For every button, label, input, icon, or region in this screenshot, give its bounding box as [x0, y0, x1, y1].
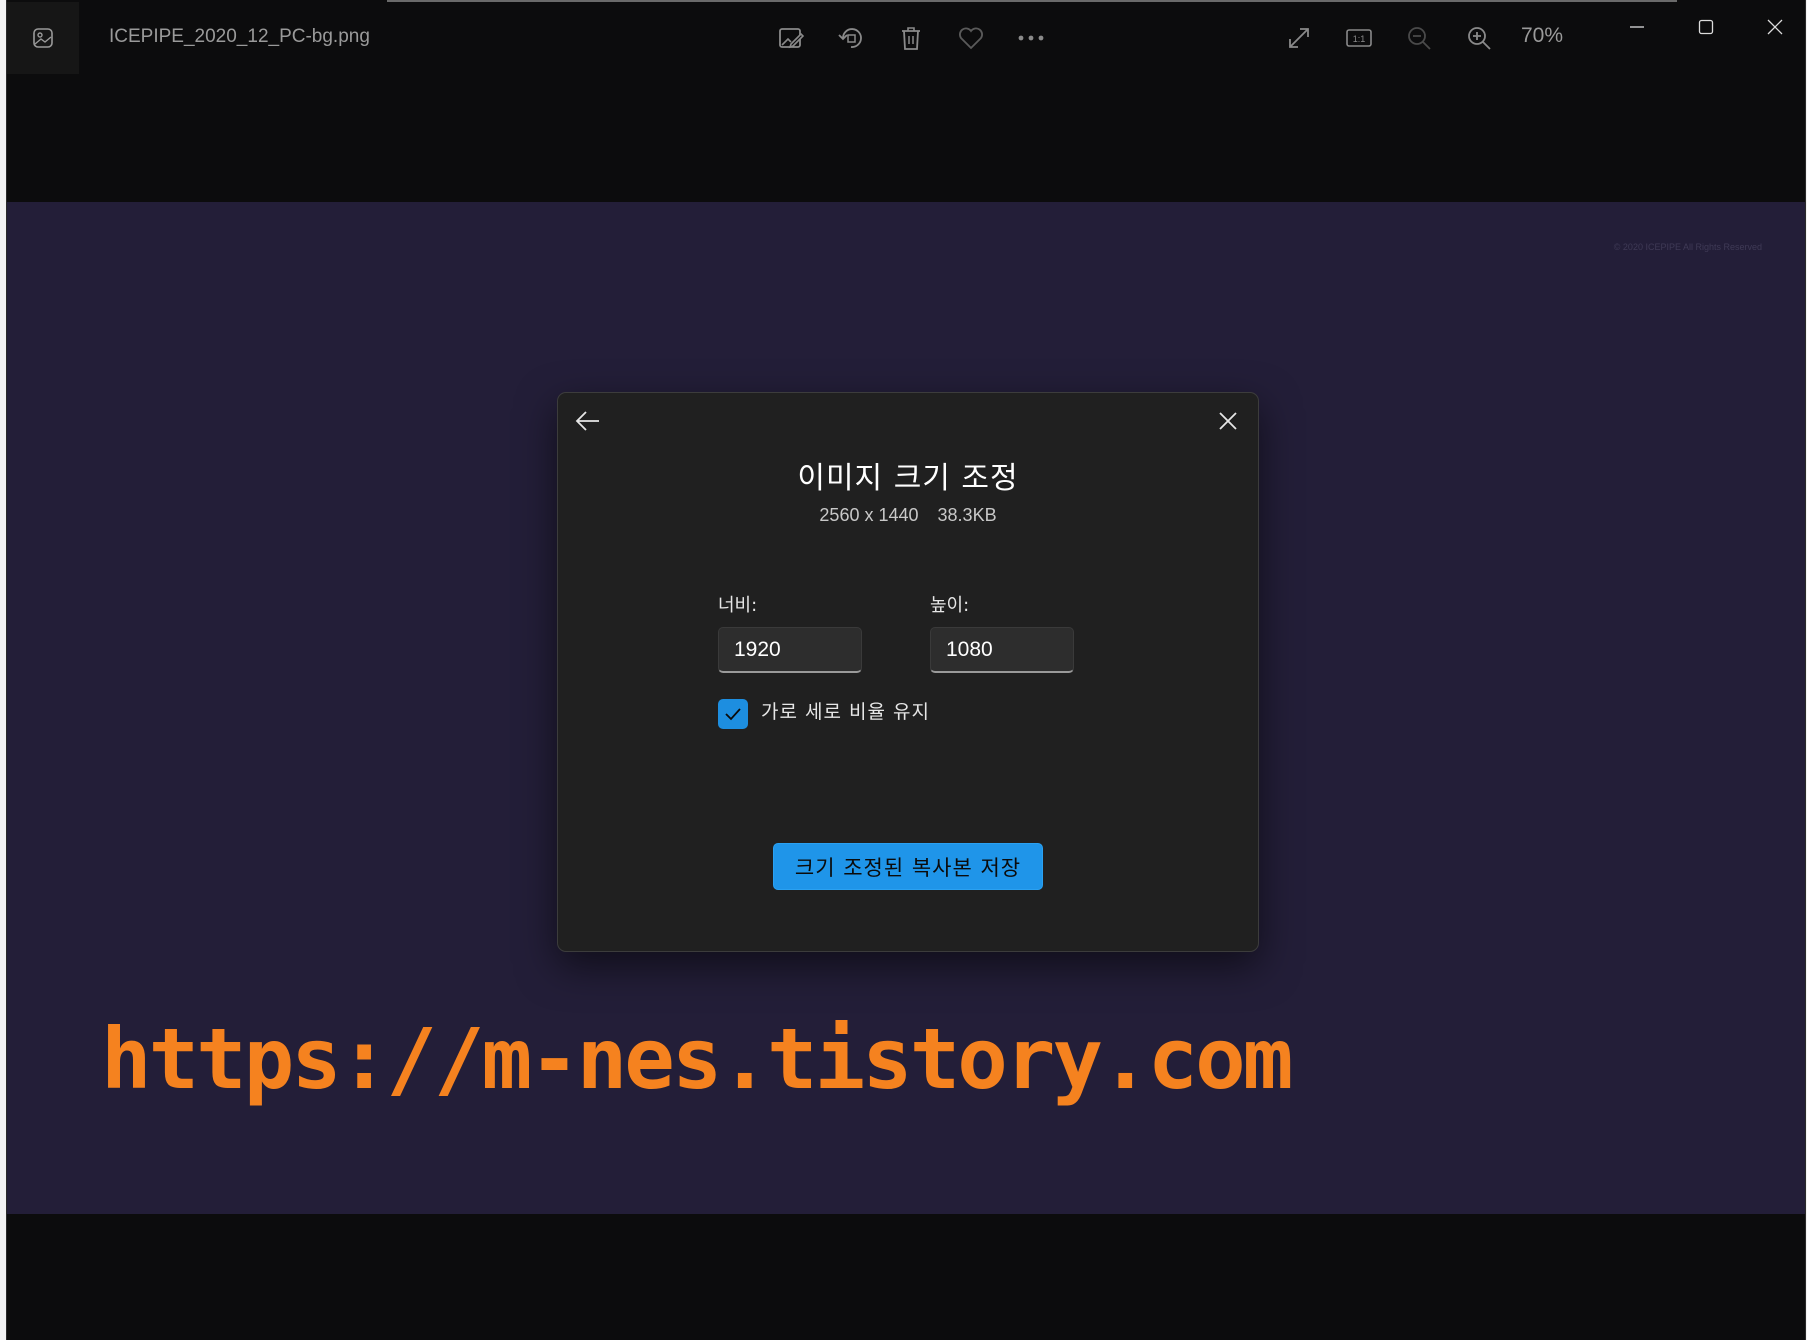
keep-aspect-ratio-label[interactable]: 가로 세로 비율 유지 [761, 697, 930, 724]
checkmark-icon [725, 708, 741, 721]
delete-button[interactable] [893, 20, 929, 56]
more-options-icon [1018, 35, 1044, 41]
rotate-icon [838, 28, 862, 48]
actual-size-icon: 1:1 [1346, 29, 1372, 47]
fullscreen-button[interactable] [1281, 20, 1317, 56]
height-input[interactable]: 1080 [930, 627, 1074, 673]
dialog-close-button[interactable] [1210, 403, 1246, 439]
dialog-title: 이미지 크기 조정 [797, 461, 1019, 496]
actual-size-button[interactable]: 1:1 [1341, 20, 1377, 56]
close-icon [1219, 412, 1237, 430]
photos-app-icon [33, 28, 53, 48]
file-name: ICEPIPE_2020_12_PC-bg.png [109, 26, 370, 47]
fullscreen-icon [1289, 28, 1309, 48]
image-info: 2560 x 1440 38.3KB [558, 505, 1258, 526]
width-input[interactable]: 1920 [718, 627, 862, 673]
close-window-button[interactable] [1753, 12, 1797, 42]
width-label: 너비: [718, 595, 758, 616]
minimize-button[interactable] [1615, 12, 1659, 42]
back-button[interactable] [570, 403, 606, 439]
back-arrow-icon [575, 411, 599, 431]
image-file-size: 38.3KB [937, 505, 997, 525]
edit-image-icon [779, 28, 805, 49]
keep-aspect-ratio-checkbox[interactable] [718, 699, 748, 729]
resize-image-dialog: 이미지 크기 조정 2560 x 1440 38.3KB 너비: 1920 높이… [557, 392, 1259, 952]
rotate-button[interactable] [833, 20, 869, 56]
watermark-url: https://m-nes.tistory.com [101, 1010, 1293, 1108]
app-icon [7, 2, 79, 74]
zoom-level[interactable]: 70% [1521, 24, 1563, 48]
image-copyright-text: © 2020 ICEPIPE All Rights Reserved [1613, 242, 1762, 252]
more-options-button[interactable] [1013, 20, 1049, 56]
title-bar: ICEPIPE_2020_12_PC-bg.png 1:1 70% [7, 0, 1805, 75]
edit-image-button[interactable] [773, 20, 809, 56]
save-resized-copy-button[interactable]: 크기 조정된 복사본 저장 [773, 843, 1043, 890]
zoom-out-icon [1408, 27, 1431, 50]
svg-text:1:1: 1:1 [1353, 34, 1366, 44]
favorite-heart-icon [959, 27, 983, 50]
zoom-in-button[interactable] [1461, 20, 1497, 56]
delete-icon [902, 27, 920, 50]
photos-window: ICEPIPE_2020_12_PC-bg.png 1:1 70% © 2020… [6, 0, 1806, 1340]
image-dimensions: 2560 x 1440 [819, 505, 919, 525]
close-icon [1767, 19, 1783, 35]
maximize-icon [1698, 19, 1714, 35]
minimize-icon [1630, 26, 1644, 28]
favorite-button[interactable] [953, 20, 989, 56]
zoom-out-button[interactable] [1401, 20, 1437, 56]
maximize-button[interactable] [1684, 12, 1728, 42]
height-label: 높이: [930, 595, 970, 616]
zoom-in-icon [1468, 27, 1491, 50]
